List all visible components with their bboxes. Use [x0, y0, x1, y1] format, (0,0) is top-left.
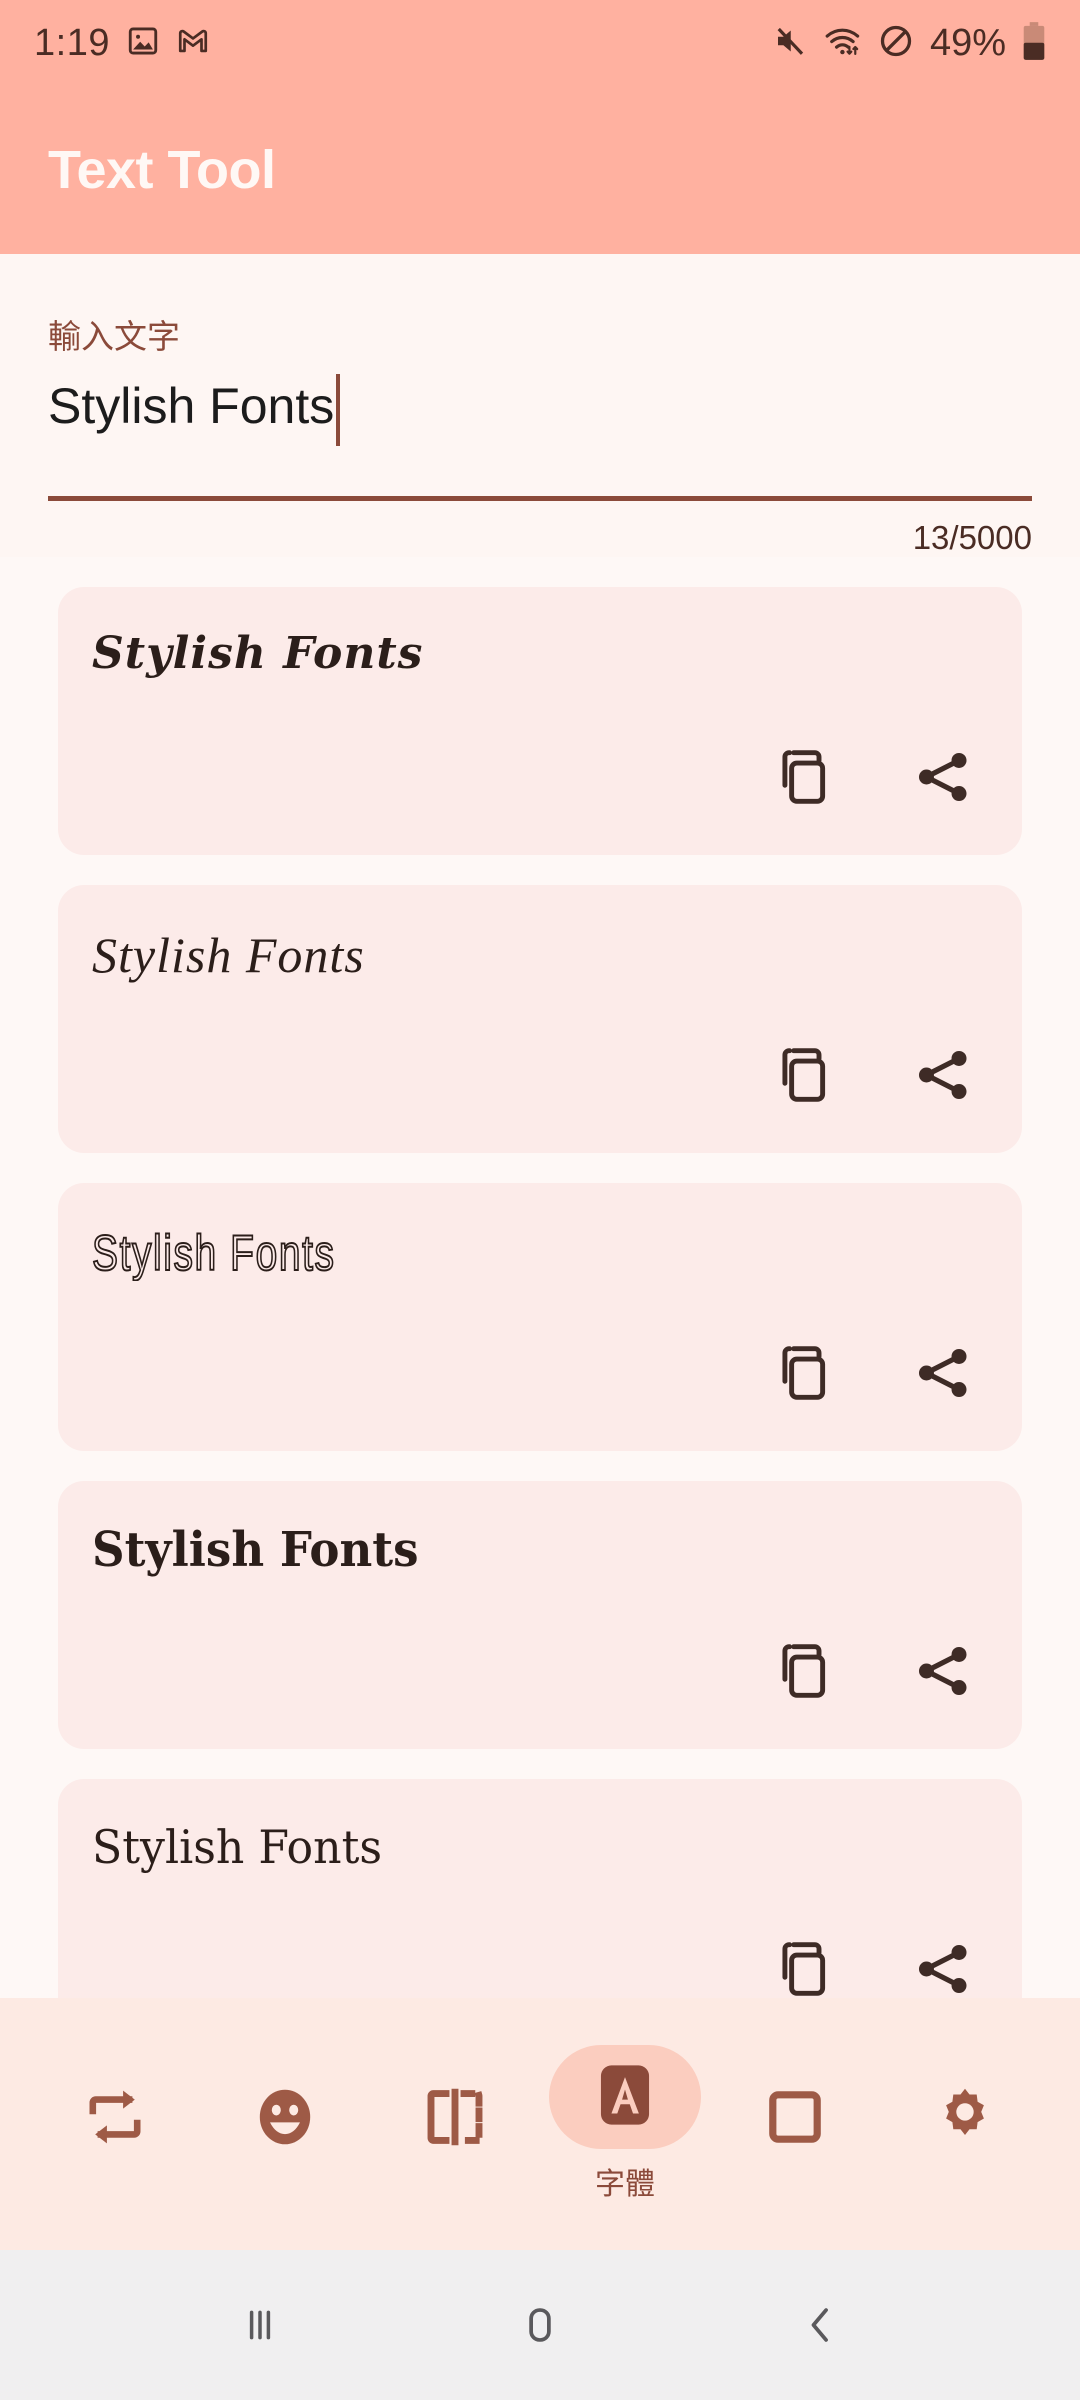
font-card-actions — [772, 1044, 974, 1111]
text-input-field[interactable]: Stylish Fonts — [48, 374, 1032, 476]
toolbar-item-frame[interactable] — [715, 2067, 875, 2181]
font-sample-text: Stylish Fonts — [92, 628, 424, 679]
toolbar-item-emoji[interactable] — [205, 2067, 365, 2181]
bottom-toolbar: 字體 — [0, 1998, 1080, 2250]
mirror-flip-icon — [419, 2081, 491, 2158]
font-card-actions — [772, 1640, 974, 1707]
status-bar: 1:19 49% — [0, 0, 1080, 86]
font-card-actions — [772, 1342, 974, 1409]
app-bar: Text Tool — [0, 86, 1080, 254]
page-title: Text Tool — [48, 140, 276, 200]
font-sample-text: Stylish Fonts — [92, 927, 365, 983]
toolbar-item-label: 字體 — [595, 2168, 655, 2201]
toolbar-pill — [719, 2067, 871, 2171]
photos-icon — [126, 24, 160, 63]
copy-icon[interactable] — [772, 1640, 834, 1707]
toolbar-pill — [549, 2045, 701, 2149]
battery-icon — [1022, 21, 1046, 65]
font-sample-text: Stylish Fonts — [91, 1224, 336, 1282]
emoji-icon — [249, 2081, 321, 2158]
copy-icon[interactable] — [772, 1342, 834, 1409]
toolbar-item-mirror[interactable] — [375, 2067, 535, 2181]
copy-icon[interactable] — [772, 1044, 834, 1111]
android-nav-bar — [0, 2250, 1080, 2400]
toolbar-item-font[interactable]: 字體 — [545, 2045, 705, 2203]
toolbar-pill — [379, 2067, 531, 2171]
font-a-icon — [588, 2058, 662, 2137]
copy-icon[interactable] — [772, 746, 834, 813]
character-counter: 13/5000 — [912, 519, 1032, 556]
font-card-actions — [772, 1938, 974, 1998]
wifi-icon — [824, 23, 862, 64]
share-icon[interactable] — [912, 1640, 974, 1707]
mute-icon — [772, 23, 808, 64]
toolbar-pill — [209, 2067, 361, 2171]
app-screen: 1:19 49% Text Tool 輸入文字 Stylish Fonts 13… — [0, 0, 1080, 2400]
font-card[interactable]: Stylish Fonts — [58, 1481, 1022, 1749]
text-input-section: 輸入文字 Stylish Fonts 13/5000 — [0, 254, 1080, 557]
home-icon[interactable] — [480, 2265, 600, 2385]
recents-icon[interactable] — [200, 2265, 320, 2385]
status-bar-left: 1:19 — [34, 22, 210, 65]
settings-gear-icon — [929, 2081, 1001, 2158]
text-cursor — [336, 374, 341, 446]
gmail-icon — [176, 24, 210, 63]
font-card[interactable]: Stylish Fonts — [58, 1779, 1022, 1998]
text-input-underline — [48, 496, 1032, 501]
status-bar-right: 49% — [772, 22, 1046, 65]
battery-percent: 49% — [929, 21, 1006, 64]
frame-square-icon — [759, 2081, 831, 2158]
share-icon[interactable] — [912, 1938, 974, 1998]
font-card[interactable]: Stylish Fonts — [58, 1183, 1022, 1451]
share-icon[interactable] — [912, 1342, 974, 1409]
toolbar-pill — [889, 2067, 1041, 2171]
copy-icon[interactable] — [772, 1938, 834, 1998]
text-input-label: 輸入文字 — [48, 318, 180, 355]
back-icon[interactable] — [760, 2265, 880, 2385]
font-preview-list[interactable]: Stylish Fonts Stylish Fonts Stylish Font… — [0, 557, 1080, 1998]
dnd-icon — [878, 23, 914, 64]
share-icon[interactable] — [912, 746, 974, 813]
font-card[interactable]: Stylish Fonts — [58, 587, 1022, 855]
font-sample-text: Stylish Fonts — [92, 1522, 419, 1578]
toolbar-pill — [39, 2067, 191, 2171]
toolbar-item-repeat[interactable] — [35, 2067, 195, 2181]
repeat-swap-icon — [79, 2081, 151, 2158]
text-input-value: Stylish Fonts — [48, 378, 335, 434]
status-clock: 1:19 — [34, 21, 110, 64]
font-card[interactable]: Stylish Fonts — [58, 885, 1022, 1153]
font-sample-text: Stylish Fonts — [92, 1820, 382, 1874]
font-card-actions — [772, 746, 974, 813]
toolbar-item-settings[interactable] — [885, 2067, 1045, 2181]
share-icon[interactable] — [912, 1044, 974, 1111]
